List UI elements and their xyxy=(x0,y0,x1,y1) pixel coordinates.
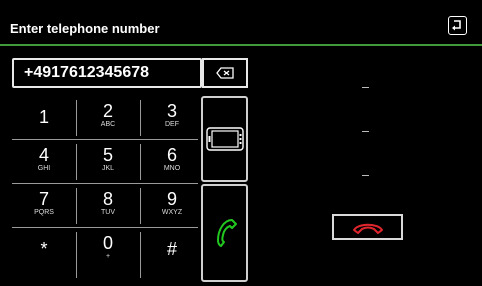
key-7[interactable]: 7 PQRS xyxy=(12,184,76,226)
end-call-button[interactable] xyxy=(332,214,403,240)
keypad-divider xyxy=(12,227,198,228)
key-digit: # xyxy=(166,239,177,259)
keypad-divider xyxy=(140,144,141,180)
phone-select-button[interactable] xyxy=(201,96,248,182)
key-letters: PQRS xyxy=(34,209,54,216)
mobile-phone-icon xyxy=(206,127,244,151)
key-digit: * xyxy=(40,239,48,259)
key-6[interactable]: 6 MNO xyxy=(140,140,204,182)
key-letters: MNO xyxy=(163,165,181,172)
key-digit: 2 xyxy=(102,101,113,121)
key-digit: 6 xyxy=(166,145,177,165)
keypad-divider xyxy=(76,100,77,136)
backspace-button[interactable] xyxy=(202,58,248,88)
key-8[interactable]: 8 TUV xyxy=(76,184,140,226)
backspace-icon xyxy=(216,67,234,79)
header-divider xyxy=(0,44,482,46)
end-call-icon xyxy=(353,223,383,234)
key-4[interactable]: 4 GHI xyxy=(12,140,76,182)
keypad-divider xyxy=(12,139,198,140)
key-digit: 9 xyxy=(166,189,177,209)
call-slot-3 xyxy=(362,175,369,176)
key-0[interactable]: 0 + xyxy=(76,228,140,270)
key-digit: 0 xyxy=(102,233,113,253)
phone-number-field[interactable]: +4917612345678 xyxy=(12,58,202,88)
return-arrow-icon xyxy=(452,20,461,31)
key-letters: TUV xyxy=(101,209,115,216)
keypad-divider xyxy=(76,144,77,180)
key-letters: GHI xyxy=(37,165,51,172)
key-9[interactable]: 9 WXYZ xyxy=(140,184,204,226)
keypad-divider xyxy=(140,232,141,278)
back-button[interactable] xyxy=(448,16,467,35)
key-letters: WXYZ xyxy=(161,209,183,216)
keypad-divider xyxy=(12,183,198,184)
keypad-divider xyxy=(76,232,77,278)
key-letters: + xyxy=(105,253,111,260)
keypad-divider xyxy=(140,100,141,136)
key-2[interactable]: 2 ABC xyxy=(76,96,140,138)
call-slot-1 xyxy=(362,87,369,88)
call-handset-icon xyxy=(217,219,237,247)
key-letters: DEF xyxy=(165,121,179,128)
key-1[interactable]: 1 xyxy=(12,96,76,138)
key-letters: JKL xyxy=(101,165,115,172)
key-digit: 7 xyxy=(38,189,49,209)
keypad-divider xyxy=(76,188,77,224)
key-digit: 1 xyxy=(38,107,49,127)
key-3[interactable]: 3 DEF xyxy=(140,96,204,138)
call-button[interactable] xyxy=(201,184,248,282)
call-slot-2 xyxy=(362,131,369,132)
key-digit: 3 xyxy=(166,101,177,121)
key-letters: ABC xyxy=(100,121,116,128)
key-5[interactable]: 5 JKL xyxy=(76,140,140,182)
keypad-divider xyxy=(140,188,141,224)
key-star[interactable]: * xyxy=(12,228,76,270)
header-bar: Enter telephone number xyxy=(0,0,482,44)
page-title: Enter telephone number xyxy=(10,21,160,36)
key-hash[interactable]: # xyxy=(140,228,204,270)
key-digit: 8 xyxy=(102,189,113,209)
key-digit: 5 xyxy=(102,145,113,165)
key-digit: 4 xyxy=(38,145,49,165)
